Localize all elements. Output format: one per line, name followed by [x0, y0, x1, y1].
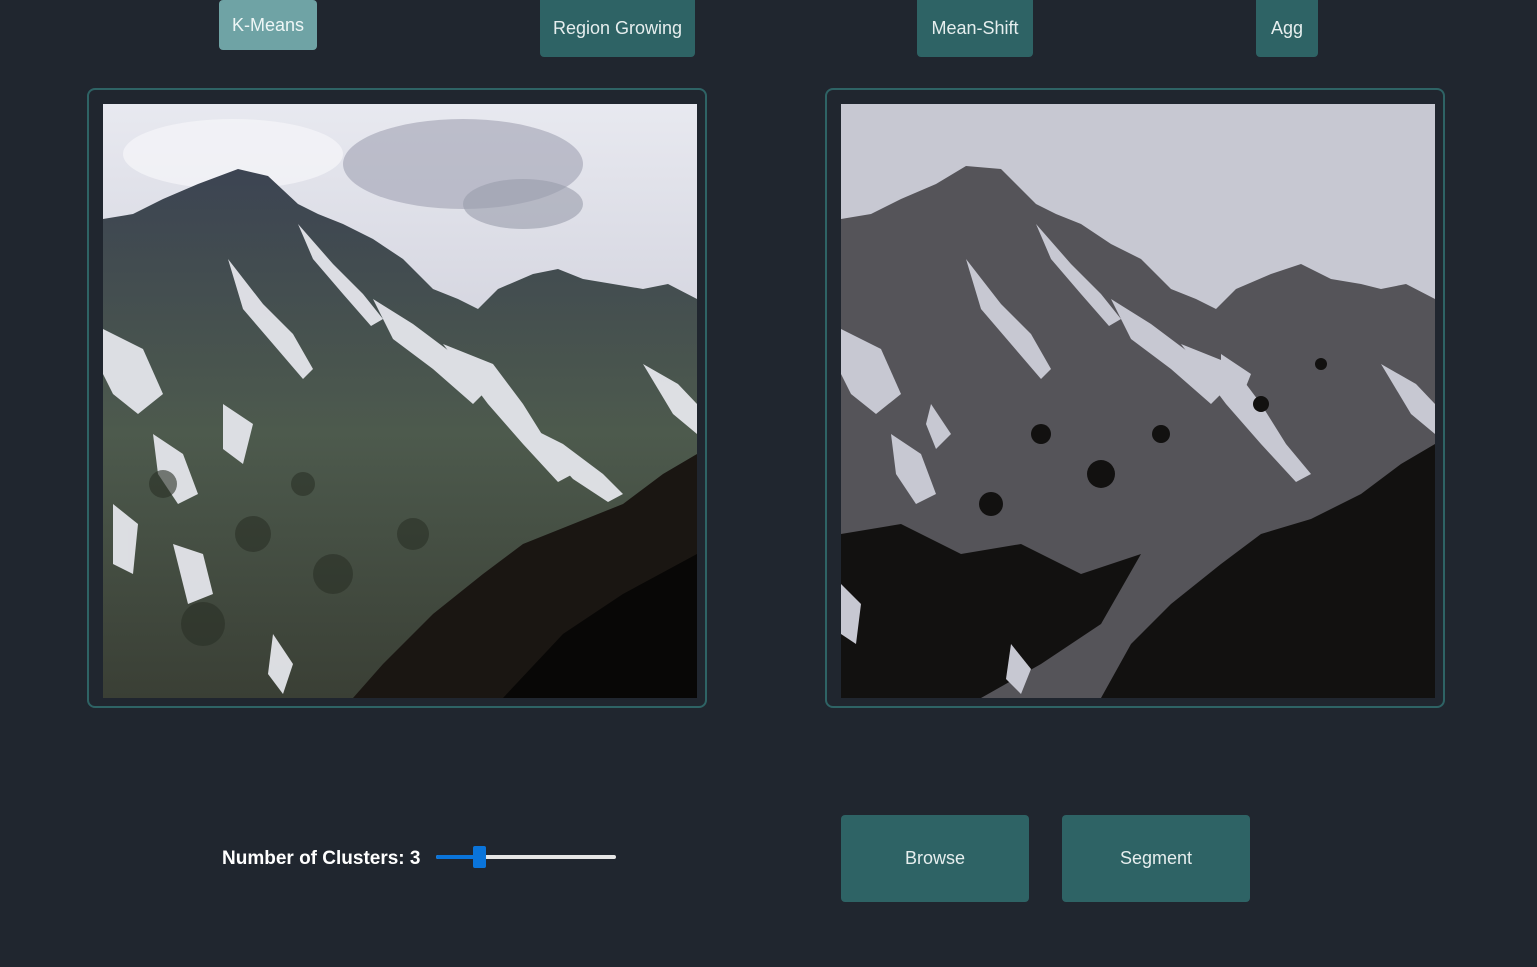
browse-button[interactable]: Browse: [841, 815, 1029, 902]
tab-mean-shift[interactable]: Mean-Shift: [917, 0, 1033, 57]
tab-region-growing[interactable]: Region Growing: [540, 0, 695, 57]
output-image-panel: [825, 88, 1445, 708]
clusters-slider[interactable]: [436, 846, 616, 868]
input-image-panel: [87, 88, 707, 708]
clusters-label: Number of Clusters: 3: [222, 848, 421, 869]
mountain-photo: [103, 104, 697, 698]
tab-k-means[interactable]: K-Means: [219, 0, 317, 50]
output-image: [841, 104, 1435, 698]
segment-button[interactable]: Segment: [1062, 815, 1250, 902]
segmented-mountain: [841, 104, 1435, 698]
slider-thumb[interactable]: [473, 846, 487, 868]
tab-agg[interactable]: Agg: [1256, 0, 1318, 57]
input-image: [103, 104, 697, 698]
